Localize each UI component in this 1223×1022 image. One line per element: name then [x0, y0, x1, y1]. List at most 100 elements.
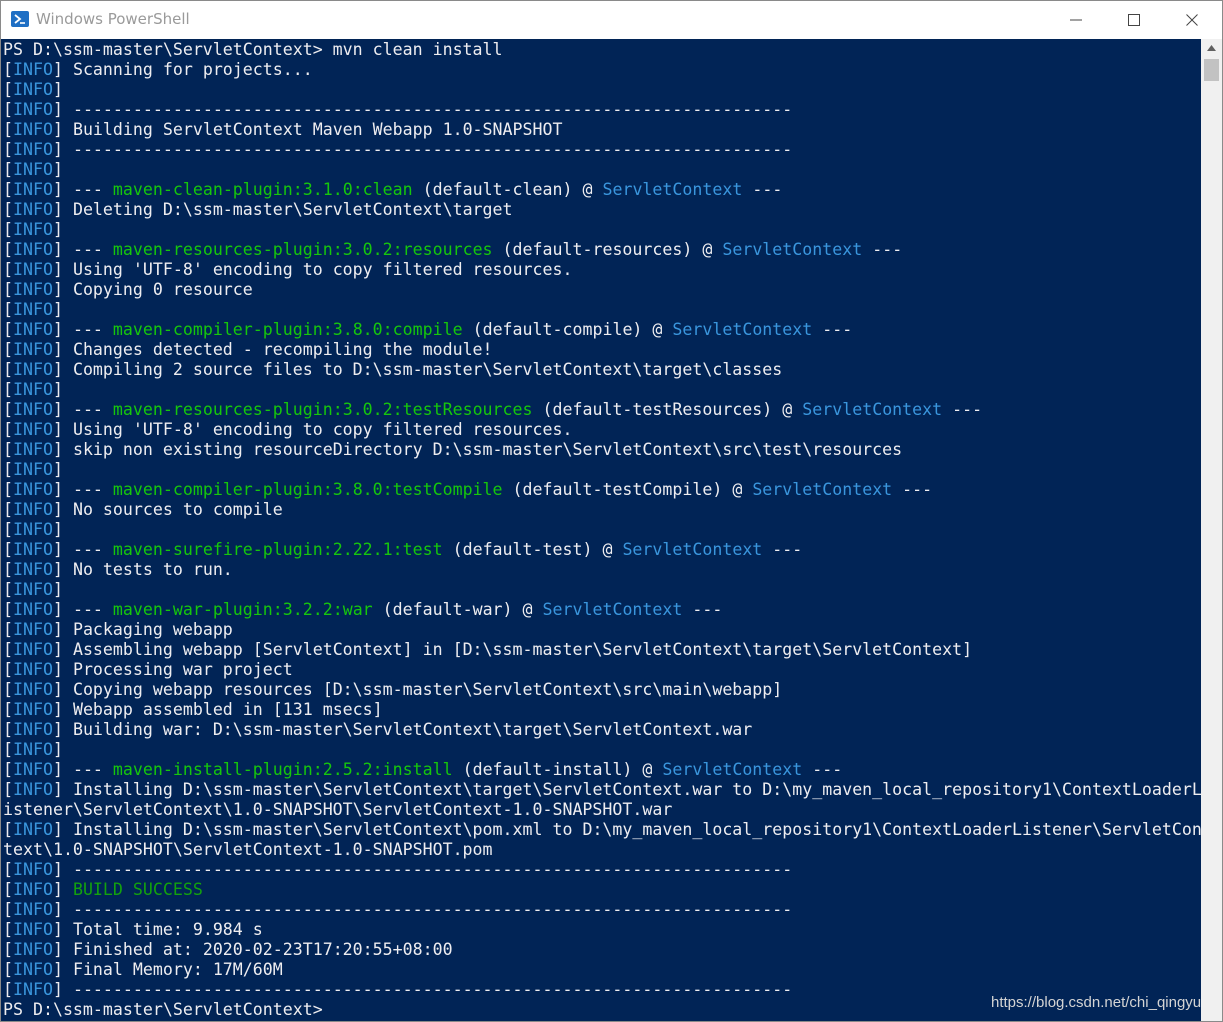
log-level-tag: INFO: [13, 520, 53, 539]
maximize-button[interactable]: [1105, 1, 1163, 39]
powershell-icon[interactable]: [11, 11, 29, 27]
console-text: ]: [52, 300, 63, 319]
console-line: [INFO] Processing war project: [3, 660, 1201, 680]
log-level-tag: INFO: [13, 740, 53, 759]
console-text: (default-install) @: [452, 760, 663, 779]
console-text: ] Using 'UTF-8' encoding to copy filtere…: [52, 420, 573, 439]
minimize-icon: [1070, 19, 1082, 21]
console-text: [: [3, 640, 13, 659]
console-text: [: [3, 440, 13, 459]
console-text: ---: [802, 760, 843, 779]
console-text: [: [3, 600, 13, 619]
log-level-tag: INFO: [13, 440, 53, 459]
console-text: ] Copying webapp resources [D:\ssm-maste…: [52, 680, 783, 699]
console-text: ServletContext: [802, 400, 943, 419]
minimize-button[interactable]: [1047, 1, 1105, 39]
console-text: PS D:\ssm-master\ServletContext> mvn cle…: [3, 40, 503, 59]
console-text: [: [3, 940, 13, 959]
console-line: [INFO] Using 'UTF-8' encoding to copy fi…: [3, 420, 1201, 440]
console-text: [: [3, 620, 13, 639]
console-text: ] skip non existing resourceDirectory D:…: [52, 440, 903, 459]
console-text: [: [3, 660, 13, 679]
console-text: ]: [52, 380, 63, 399]
console-line: [INFO] ---------------------------------…: [3, 900, 1201, 920]
console-text: ] Final Memory: 17M/60M: [52, 960, 283, 979]
console-line: [INFO] Webapp assembled in [131 msecs]: [3, 700, 1201, 720]
console-text: [: [3, 500, 13, 519]
console-line: [INFO]: [3, 580, 1201, 600]
console-text: [: [3, 480, 13, 499]
console-text: [: [3, 260, 13, 279]
console-text: ]: [52, 80, 63, 99]
log-level-tag: INFO: [13, 760, 53, 779]
console-text: [: [3, 980, 13, 999]
console-line: [INFO]: [3, 220, 1201, 240]
console-lines: PS D:\ssm-master\ServletContext> mvn cle…: [3, 40, 1201, 1020]
console-text: [: [3, 960, 13, 979]
vertical-scrollbar[interactable]: [1201, 39, 1222, 1021]
log-level-tag: INFO: [13, 240, 53, 259]
console-text: ] --------------------------------------…: [52, 860, 793, 879]
console-text: ] Total time: 9.984 s: [52, 920, 263, 939]
console-text: ] ---: [52, 180, 113, 199]
console-text: [: [3, 680, 13, 699]
console-text: (default-compile) @: [462, 320, 673, 339]
console-text: maven-war-plugin:3.2.2:war: [112, 600, 373, 619]
console-text: BUILD SUCCESS: [72, 880, 203, 899]
console-line: [INFO] --- maven-compiler-plugin:3.8.0:t…: [3, 480, 1201, 500]
console-text: [: [3, 80, 13, 99]
console-line: [INFO] Copying webapp resources [D:\ssm-…: [3, 680, 1201, 700]
title-bar[interactable]: Windows PowerShell: [1, 1, 1222, 39]
console-text: ] Assembling webapp [ServletContext] in …: [52, 640, 973, 659]
log-level-tag: INFO: [13, 780, 53, 799]
console-text: ]: [52, 220, 63, 239]
log-level-tag: INFO: [13, 300, 53, 319]
console-text: ] Compiling 2 source files to D:\ssm-mas…: [52, 360, 783, 379]
console-line: [INFO] ---------------------------------…: [3, 140, 1201, 160]
close-button[interactable]: [1163, 1, 1221, 39]
console-line: [INFO] --- maven-resources-plugin:3.0.2:…: [3, 400, 1201, 420]
console-text: ] ---: [52, 540, 113, 559]
console-text: ---: [942, 400, 983, 419]
console-text: ] No tests to run.: [52, 560, 233, 579]
scroll-thumb[interactable]: [1204, 59, 1219, 81]
log-level-tag: INFO: [13, 880, 53, 899]
console-text: (default-test) @: [442, 540, 623, 559]
console-text: [: [3, 200, 13, 219]
console-text: ServletContext: [752, 480, 893, 499]
log-level-tag: INFO: [13, 860, 53, 879]
log-level-tag: INFO: [13, 340, 53, 359]
console-line: text\1.0-SNAPSHOT\ServletContext-1.0-SNA…: [3, 840, 1201, 860]
log-level-tag: INFO: [13, 820, 53, 839]
console-line: [INFO] Installing D:\ssm-master\ServletC…: [3, 780, 1201, 800]
console-text: ] Installing D:\ssm-master\ServletContex…: [52, 820, 1201, 839]
console-text: maven-install-plugin:2.5.2:install: [112, 760, 453, 779]
log-level-tag: INFO: [13, 140, 53, 159]
log-level-tag: INFO: [13, 220, 53, 239]
scroll-up-button[interactable]: [1201, 39, 1222, 57]
log-level-tag: INFO: [13, 480, 53, 499]
console-line: [INFO] Changes detected - recompiling th…: [3, 340, 1201, 360]
console-line: [INFO] BUILD SUCCESS: [3, 880, 1201, 900]
console-text: ---: [762, 540, 803, 559]
console-text: (default-clean) @: [412, 180, 603, 199]
console-output[interactable]: PS D:\ssm-master\ServletContext> mvn cle…: [1, 39, 1201, 1021]
console-text: [: [3, 760, 13, 779]
console-text: ServletContext: [542, 600, 683, 619]
window-title: Windows PowerShell: [36, 10, 190, 28]
console-text: ] --------------------------------------…: [52, 980, 793, 999]
log-level-tag: INFO: [13, 200, 53, 219]
console-text: maven-compiler-plugin:3.8.0:testCompile: [112, 480, 503, 499]
console-line: [INFO]: [3, 300, 1201, 320]
console-text: ] --------------------------------------…: [52, 900, 793, 919]
console-line: [INFO] Compiling 2 source files to D:\ss…: [3, 360, 1201, 380]
console-text: ]: [52, 520, 63, 539]
console-line: [INFO] Using 'UTF-8' encoding to copy fi…: [3, 260, 1201, 280]
log-level-tag: INFO: [13, 940, 53, 959]
log-level-tag: INFO: [13, 420, 53, 439]
console-text: maven-surefire-plugin:2.22.1:test: [112, 540, 443, 559]
console-text: ] --------------------------------------…: [52, 140, 793, 159]
watermark: https://blog.csdn.net/chi_qingyu: [991, 994, 1202, 1011]
console-text: [: [3, 380, 13, 399]
console-line: [INFO] --- maven-compiler-plugin:3.8.0:c…: [3, 320, 1201, 340]
